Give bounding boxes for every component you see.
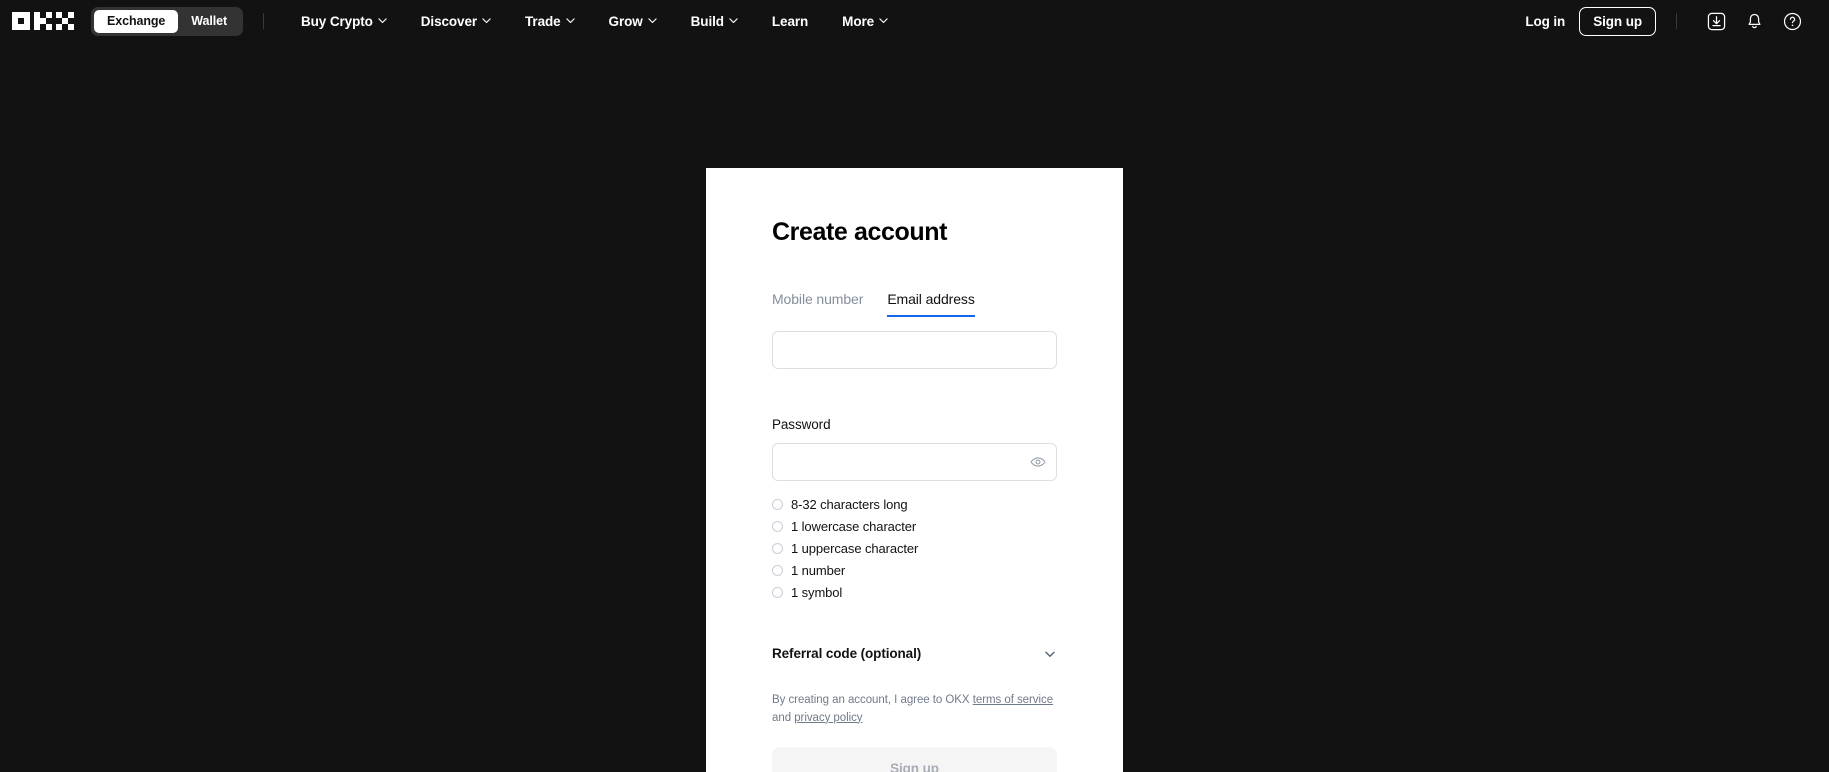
- okx-logo[interactable]: [12, 12, 74, 30]
- terms-of-service-link[interactable]: terms of service: [973, 694, 1053, 706]
- chevron-down-icon: [729, 17, 738, 23]
- chevron-down-icon: [647, 17, 657, 23]
- nav-item-grow[interactable]: Grow: [592, 0, 674, 42]
- tab-email-address-label: Email address: [887, 291, 975, 307]
- referral-code-label: Referral code (optional): [772, 646, 922, 661]
- chevron-down-icon: [378, 17, 387, 23]
- chevron-down-icon: [1045, 651, 1055, 657]
- rule-label: 1 number: [791, 562, 846, 578]
- bell-icon-glyph: [1747, 13, 1761, 28]
- password-input[interactable]: [772, 443, 1057, 481]
- eye-icon-glyph: [1030, 457, 1046, 467]
- download-icon[interactable]: [1697, 0, 1735, 42]
- chevron-down-icon: [879, 17, 888, 23]
- circle-icon: [772, 586, 783, 598]
- product-switcher[interactable]: Exchange Wallet: [91, 6, 244, 36]
- nav-item-trade-label: Trade: [525, 13, 561, 29]
- rule-label: 1 uppercase character: [791, 540, 919, 556]
- page-body: Create account Mobile number Email addre…: [0, 42, 1829, 772]
- sign-up-button[interactable]: Sign up: [1579, 6, 1656, 36]
- nav-item-discover[interactable]: Discover: [404, 0, 508, 42]
- password-requirements-list: 8-32 characters long 1 lowercase charact…: [772, 493, 1057, 603]
- okx-logo-icon: [12, 12, 74, 30]
- nav-item-learn[interactable]: Learn: [755, 0, 825, 42]
- email-input[interactable]: [772, 331, 1057, 369]
- segment-exchange-label: Exchange: [107, 14, 166, 28]
- password-label: Password: [772, 417, 831, 432]
- segment-wallet[interactable]: Wallet: [178, 10, 240, 33]
- help-circle-icon[interactable]: [1773, 0, 1811, 42]
- tab-email-address[interactable]: Email address: [887, 291, 976, 317]
- nav-item-trade[interactable]: Trade: [508, 0, 592, 42]
- list-item: 8-32 characters long: [772, 493, 1057, 515]
- circle-icon: [772, 498, 783, 510]
- privacy-policy-link[interactable]: privacy policy: [794, 712, 862, 724]
- rule-label: 8-32 characters long: [791, 496, 908, 512]
- tab-mobile-number[interactable]: Mobile number: [772, 291, 863, 317]
- main-nav: Buy Crypto Discover Trade Grow Build Lea…: [284, 0, 905, 42]
- chevron-down-icon: [482, 17, 491, 23]
- eye-icon[interactable]: [1029, 453, 1047, 471]
- list-item: 1 lowercase character: [772, 515, 1057, 537]
- circle-icon: [772, 542, 783, 554]
- list-item: 1 symbol: [772, 581, 1057, 603]
- terms-middle: and: [772, 711, 795, 724]
- submit-sign-up-button[interactable]: Sign up: [772, 747, 1057, 772]
- create-account-card: Create account Mobile number Email addre…: [706, 168, 1123, 772]
- rule-label: 1 lowercase character: [791, 518, 917, 534]
- site-header: Exchange Wallet Buy Crypto Discover Trad…: [0, 0, 1829, 42]
- circle-icon: [772, 520, 783, 532]
- signup-method-tabs: Mobile number Email address: [772, 291, 1057, 317]
- bell-icon[interactable]: [1735, 0, 1773, 42]
- nav-item-buy-crypto[interactable]: Buy Crypto: [284, 0, 404, 42]
- circle-icon: [772, 564, 783, 576]
- list-item: 1 number: [772, 559, 1057, 581]
- nav-item-build[interactable]: Build: [674, 0, 755, 42]
- download-icon-glyph: [1707, 12, 1725, 30]
- header-divider-left: [263, 13, 265, 29]
- referral-code-accordion[interactable]: Referral code (optional): [772, 646, 1057, 661]
- segment-wallet-label: Wallet: [191, 14, 228, 28]
- nav-item-buy-crypto-label: Buy Crypto: [301, 13, 373, 29]
- terms-text: By creating an account, I agree to OKX t…: [772, 692, 1057, 727]
- rule-label: 1 symbol: [791, 584, 843, 600]
- chevron-down-icon: [565, 17, 575, 23]
- log-in-link[interactable]: Log in: [1511, 14, 1579, 29]
- terms-prefix: By creating an account, I agree to OKX: [772, 694, 973, 706]
- tab-mobile-number-label: Mobile number: [772, 291, 864, 307]
- nav-item-more-label: More: [842, 13, 875, 29]
- sign-up-button-label: Sign up: [1593, 13, 1642, 29]
- header-actions: Log in Sign up: [1511, 0, 1811, 42]
- password-field-wrapper: [772, 443, 1057, 481]
- nav-item-more[interactable]: More: [825, 0, 905, 42]
- segment-exchange[interactable]: Exchange: [94, 9, 179, 33]
- help-circle-icon-glyph: [1783, 12, 1801, 30]
- nav-item-grow-label: Grow: [608, 13, 643, 29]
- nav-item-discover-label: Discover: [420, 13, 478, 29]
- nav-item-build-label: Build: [690, 13, 724, 29]
- nav-item-learn-label: Learn: [771, 13, 809, 29]
- header-divider-right: [1676, 13, 1677, 29]
- list-item: 1 uppercase character: [772, 537, 1057, 559]
- page-title: Create account: [772, 218, 948, 246]
